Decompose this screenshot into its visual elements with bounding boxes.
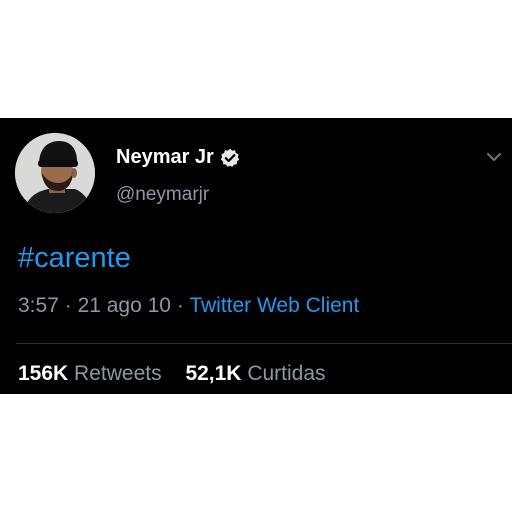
likes-count: 52,1K: [185, 362, 242, 385]
divider: [16, 343, 512, 344]
verified-badge-icon: [220, 148, 240, 168]
tweet-stats: 156K Retweets 52,1K Curtidas: [18, 362, 326, 386]
display-name[interactable]: Neymar Jr: [116, 146, 240, 169]
display-name-text: Neymar Jr: [116, 146, 214, 168]
meta-separator: ·: [64, 294, 72, 317]
retweets-stat[interactable]: 156K Retweets: [18, 362, 162, 386]
retweets-count: 156K: [18, 362, 69, 385]
meta-separator: ·: [176, 294, 184, 317]
likes-label: Curtidas: [247, 362, 326, 385]
avatar[interactable]: [15, 133, 95, 213]
tweet-source-link[interactable]: Twitter Web Client: [189, 294, 359, 317]
tweet-date[interactable]: 21 ago 10: [78, 294, 171, 317]
retweets-label: Retweets: [74, 362, 162, 385]
tweet-meta: 3:57 · 21 ago 10 · Twitter Web Client: [18, 294, 359, 318]
handle[interactable]: @neymarjr: [116, 184, 209, 206]
chevron-down-icon[interactable]: [485, 150, 503, 164]
tweet-card: Neymar Jr @neymarjr #carente 3:57 · 21 a…: [0, 118, 512, 394]
tweet-text[interactable]: #carente: [18, 242, 131, 275]
hashtag-link[interactable]: #carente: [18, 242, 131, 274]
likes-stat[interactable]: 52,1K Curtidas: [185, 362, 325, 386]
tweet-time[interactable]: 3:57: [18, 294, 59, 317]
